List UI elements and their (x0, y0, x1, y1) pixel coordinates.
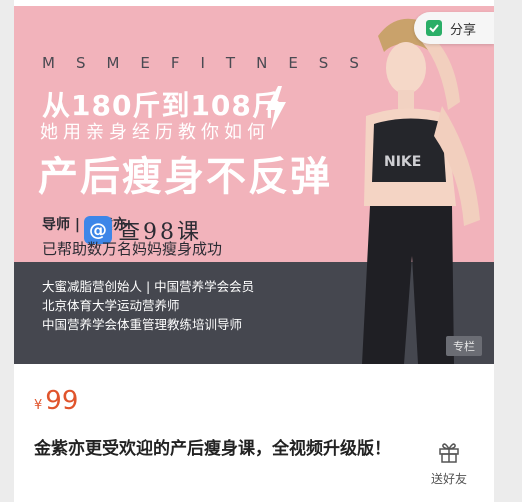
currency-symbol: ¥ (34, 398, 43, 413)
credential-line: 中国营养学会体重管理教练培训导师 (42, 317, 243, 332)
share-button[interactable]: 分享 (414, 12, 494, 44)
gift-icon (439, 443, 459, 463)
price-value: 99 (45, 386, 79, 416)
credential-line: 大蜜减脂营创始人 | 中国营养学会会员 (42, 279, 255, 294)
course-title: 金紫亦更受欢迎的产后瘦身课，全视频升级版！ (34, 439, 391, 459)
banner-tagline: 产后瘦身不反弹 (38, 154, 332, 200)
column-tag: 专栏 (446, 336, 482, 356)
price: ¥ 99 (34, 386, 78, 416)
wechat-share-icon (426, 20, 442, 36)
banner-subheadline: 她用亲身经历教你如何 (40, 122, 270, 143)
svg-text:NIKE: NIKE (384, 154, 421, 170)
credential-line: 北京体育大学运动营养师 (42, 298, 180, 313)
instructor-photo: NIKE (362, 18, 480, 364)
course-banner[interactable]: MSMEFITNESS 从180斤到108斤 她用亲身经历教你如何 产后瘦身不反… (14, 6, 494, 364)
share-label: 分享 (450, 22, 477, 38)
course-card: MSMEFITNESS 从180斤到108斤 她用亲身经历教你如何 产后瘦身不反… (14, 0, 494, 502)
gift-label: 送好友 (430, 472, 467, 486)
gift-to-friend-button[interactable]: 送好友 (426, 440, 472, 487)
mentor-description: 已帮助数万名妈妈瘦身成功 (42, 240, 223, 258)
